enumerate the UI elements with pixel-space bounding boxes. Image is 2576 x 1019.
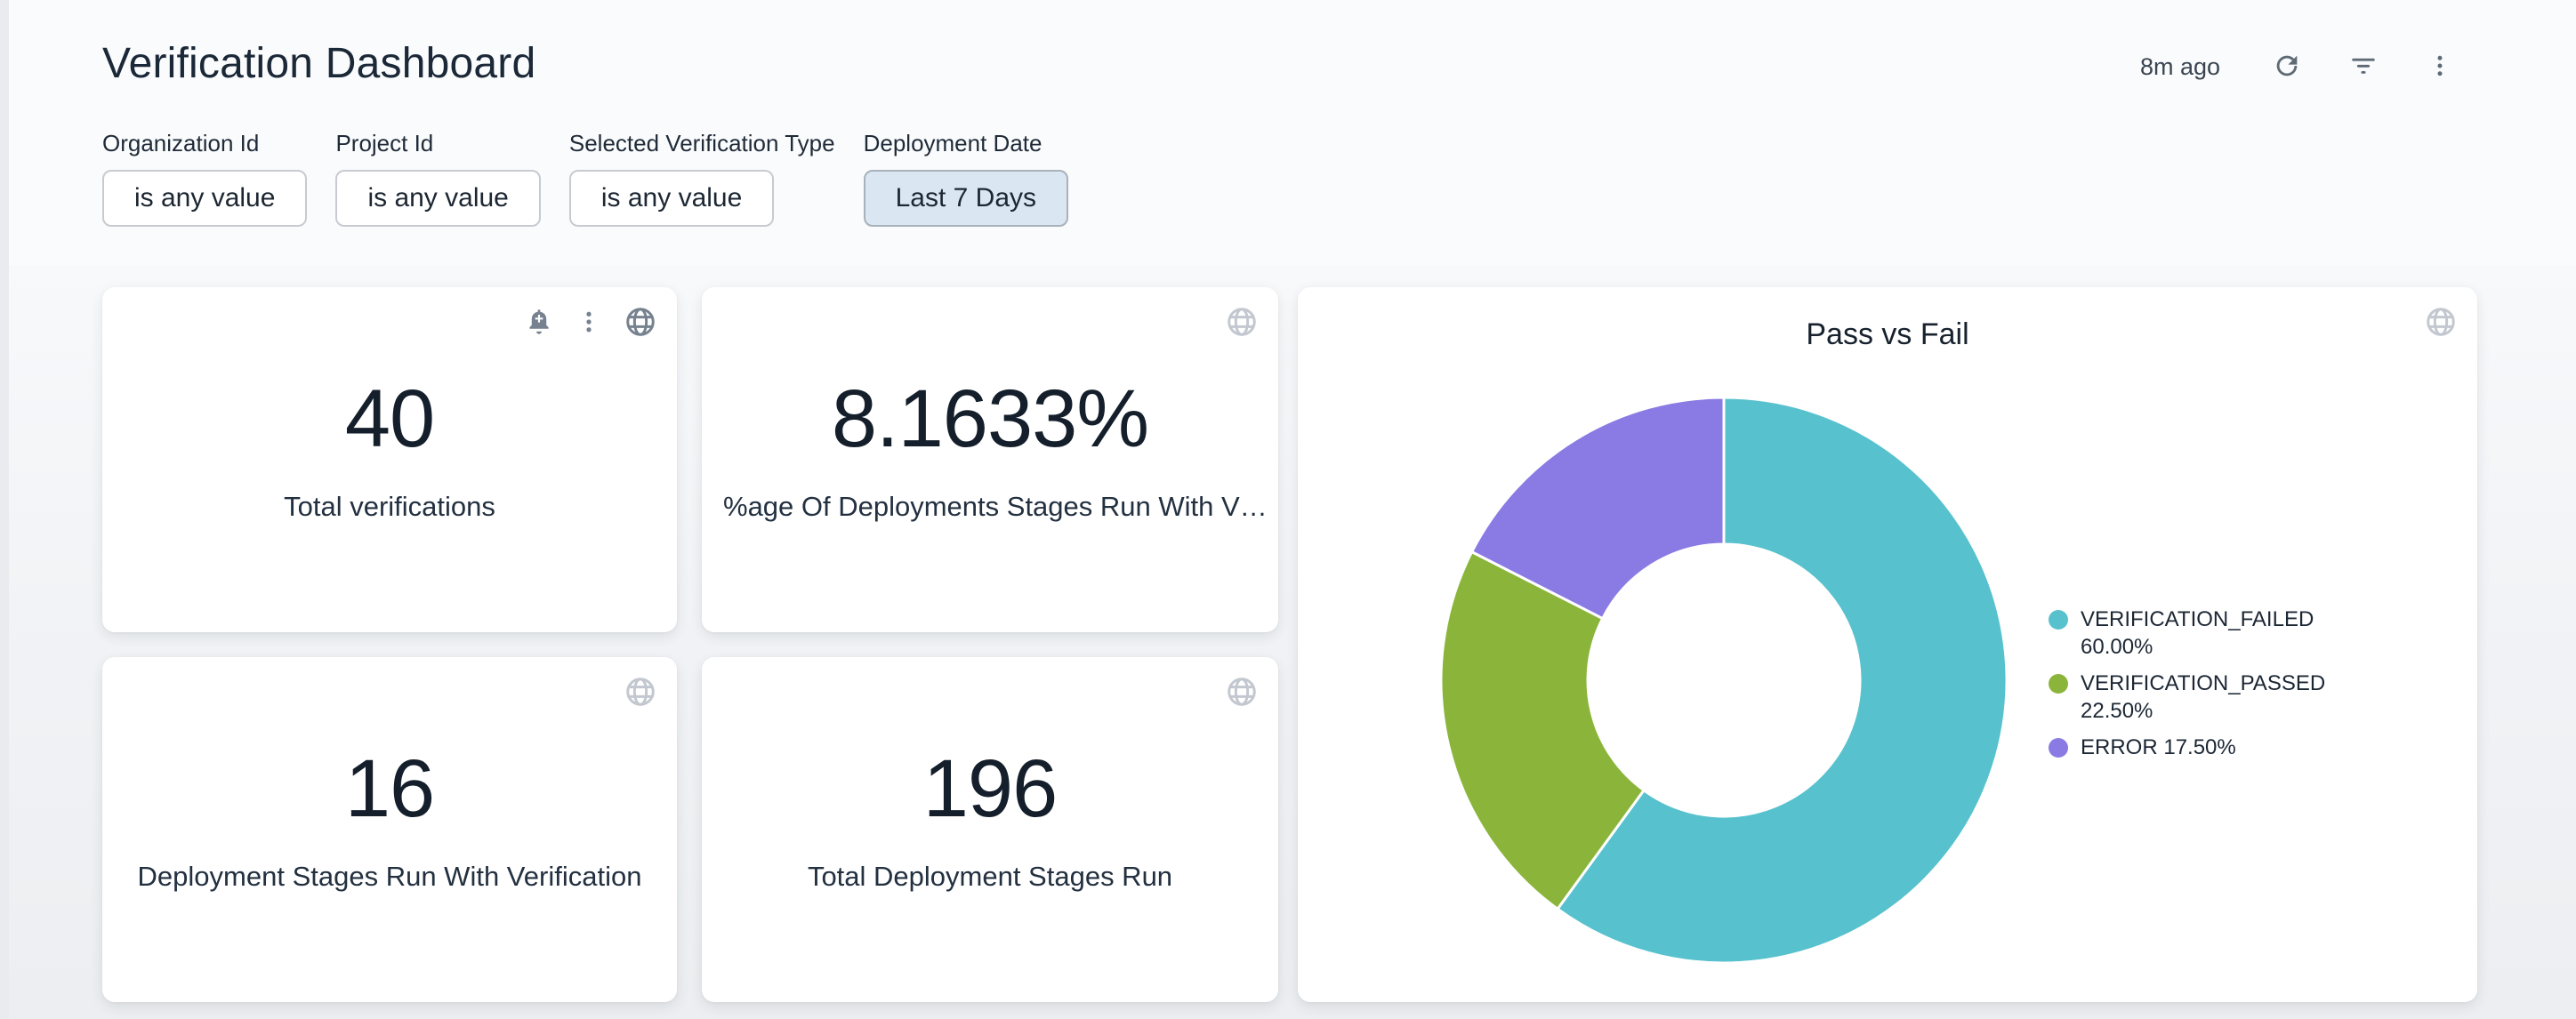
tile-total-verifications: 40 Total verifications	[102, 287, 677, 632]
tile-percent-stages-with-verification: 8.1633% %age Of Deployments Stages Run W…	[702, 287, 1278, 632]
verification-dashboard-page: Verification Dashboard 8m ago Organizati…	[0, 0, 2576, 1019]
tile-toolbar	[1225, 675, 1259, 709]
last-refreshed-label: 8m ago	[2140, 53, 2220, 81]
legend-item-verification-passed[interactable]: VERIFICATION_PASSED 22.50%	[2049, 670, 2356, 725]
tile-value: 196	[923, 742, 1058, 836]
legend-swatch	[2049, 738, 2068, 758]
tile-explore-button[interactable]	[624, 305, 657, 339]
tile-toolbar	[2424, 305, 2458, 339]
globe-icon	[624, 675, 657, 709]
tile-explore-button[interactable]	[1225, 675, 1259, 709]
globe-icon	[2424, 305, 2458, 339]
tile-value: 16	[345, 742, 434, 836]
header-actions: 8m ago	[2140, 52, 2455, 82]
more-vert-icon	[2427, 52, 2453, 82]
tile-explore-button[interactable]	[2424, 305, 2458, 339]
filter-label: Organization Id	[102, 130, 307, 157]
tile-label: Deployment Stages Run With Verification	[138, 861, 642, 893]
filter-chip-verification-type[interactable]: is any value	[569, 170, 774, 227]
tile-total-deployment-stages-run: 196 Total Deployment Stages Run	[702, 657, 1278, 1002]
filters-toggle-button[interactable]	[2348, 52, 2379, 82]
tile-explore-button[interactable]	[1225, 305, 1259, 339]
globe-icon	[624, 305, 657, 339]
legend-swatch	[2049, 674, 2068, 694]
tile-label: %age Of Deployments Stages Run With V…	[723, 491, 1257, 523]
tile-value: 8.1633%	[832, 373, 1148, 466]
filter-icon	[2348, 51, 2379, 84]
filter-group-deployment-date: Deployment Date Last 7 Days	[864, 130, 1068, 227]
tile-toolbar	[624, 675, 657, 709]
legend-label: VERIFICATION_PASSED 22.50%	[2081, 670, 2356, 725]
tile-label: Total Deployment Stages Run	[808, 861, 1172, 893]
page-title: Verification Dashboard	[102, 39, 535, 88]
tile-explore-button[interactable]	[624, 675, 657, 709]
filter-chip-project-id[interactable]: is any value	[335, 170, 540, 227]
tile-more-button[interactable]	[576, 309, 602, 335]
tile-label: Total verifications	[284, 491, 495, 523]
globe-icon	[1225, 305, 1259, 339]
tile-body: 16 Deployment Stages Run With Verificati…	[102, 645, 677, 990]
tile-body: 196 Total Deployment Stages Run	[702, 645, 1278, 990]
more-vert-icon	[576, 309, 602, 335]
left-rail	[0, 0, 9, 1019]
filter-chip-organization-id[interactable]: is any value	[102, 170, 307, 227]
filter-group-project-id: Project Id is any value	[335, 130, 540, 227]
filter-bar: Organization Id is any value Project Id …	[102, 130, 1068, 227]
filter-label: Project Id	[335, 130, 540, 157]
legend-item-verification-failed[interactable]: VERIFICATION_FAILED 60.00%	[2049, 606, 2356, 661]
globe-icon	[1225, 675, 1259, 709]
chart-legend: VERIFICATION_FAILED 60.00% VERIFICATION_…	[2049, 606, 2356, 761]
filter-chip-deployment-date[interactable]: Last 7 Days	[864, 170, 1068, 227]
tile-toolbar	[1225, 305, 1259, 339]
refresh-button[interactable]	[2272, 52, 2302, 82]
tile-value: 40	[345, 373, 434, 466]
filter-label: Selected Verification Type	[569, 130, 835, 157]
legend-label: ERROR 17.50%	[2081, 734, 2356, 761]
pass-vs-fail-chart-card: Pass vs Fail VERIFICATION_FAILED 60.00% …	[1298, 287, 2477, 1002]
legend-label: VERIFICATION_FAILED 60.00%	[2081, 606, 2356, 661]
tile-toolbar	[524, 305, 657, 339]
dashboard-more-button[interactable]	[2425, 52, 2455, 82]
legend-item-error[interactable]: ERROR 17.50%	[2049, 734, 2356, 761]
donut-chart[interactable]	[1430, 387, 2017, 974]
alert-bell-add-button[interactable]	[524, 307, 554, 337]
filter-group-organization-id: Organization Id is any value	[102, 130, 307, 227]
refresh-icon	[2272, 51, 2302, 84]
chart-title: Pass vs Fail	[1298, 317, 2477, 352]
tile-stages-run-with-verification: 16 Deployment Stages Run With Verificati…	[102, 657, 677, 1002]
tile-body: 8.1633% %age Of Deployments Stages Run W…	[702, 275, 1278, 620]
filter-label: Deployment Date	[864, 130, 1068, 157]
bell-plus-icon	[524, 307, 554, 337]
filter-group-verification-type: Selected Verification Type is any value	[569, 130, 835, 227]
legend-swatch	[2049, 610, 2068, 630]
